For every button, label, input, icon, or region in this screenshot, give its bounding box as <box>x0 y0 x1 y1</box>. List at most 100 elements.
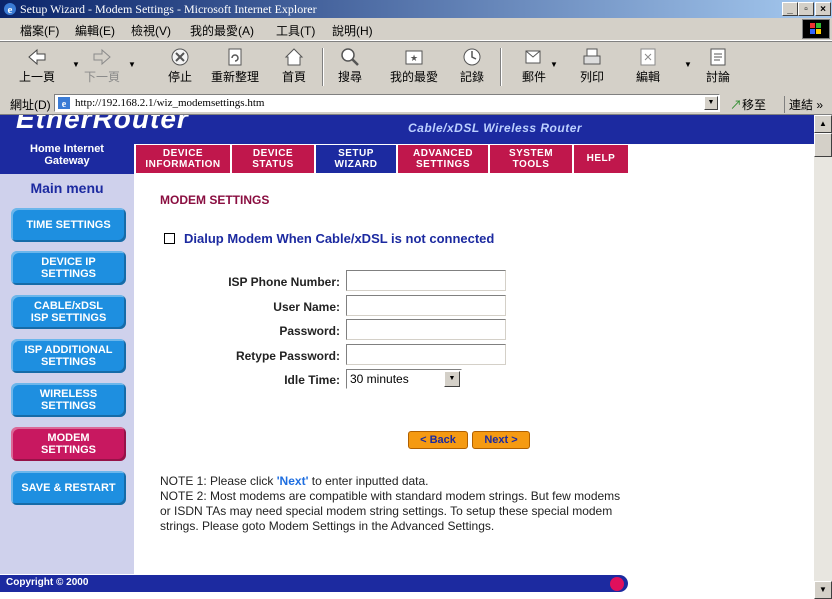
sidebar-item-cable-xdsl-isp-settings[interactable]: CABLE/xDSL ISP SETTINGS <box>11 295 126 329</box>
windows-logo-icon <box>802 19 830 39</box>
sidebar-item-label: TIME SETTINGS <box>26 219 111 231</box>
discuss-label: 討論 <box>705 70 730 84</box>
sidebar-item-modem-settings[interactable]: MODEM SETTINGS <box>11 427 126 461</box>
history-label: 記錄 <box>459 70 484 84</box>
back-label: 上一頁 <box>18 70 55 84</box>
retype-password-input[interactable] <box>346 344 506 365</box>
footer-dot-icon <box>610 577 624 591</box>
search-icon <box>341 48 359 66</box>
edit-dropdown-icon[interactable]: ▼ <box>684 60 692 69</box>
home-label: 首頁 <box>281 70 306 84</box>
scroll-up-icon[interactable]: ▲ <box>814 115 832 133</box>
print-button[interactable]: 列印 <box>572 46 612 88</box>
note-1: NOTE 1: Please click 'Next' to enter inp… <box>160 474 640 489</box>
forward-dropdown-icon[interactable]: ▼ <box>128 60 136 69</box>
brand-logo: EtherRouter <box>16 115 189 134</box>
favorites-label: 我的最愛 <box>389 70 438 84</box>
refresh-button[interactable]: 重新整理 <box>208 46 262 88</box>
tab-setup-wizard[interactable]: SETUP WIZARD <box>316 145 396 173</box>
go-arrow-icon: ↗ <box>730 98 743 112</box>
tab-advanced-settings[interactable]: ADVANCED SETTINGS <box>398 145 488 173</box>
menu-edit[interactable]: 編輯(E) <box>75 22 115 39</box>
sidebar-item-label: ISP ADDITIONAL SETTINGS <box>24 344 113 368</box>
links-label: 連結 <box>789 98 814 112</box>
sidebar-item-label: WIRELESS SETTINGS <box>39 388 98 412</box>
search-button[interactable]: 搜尋 <box>330 46 370 88</box>
menu-help[interactable]: 說明(H) <box>332 22 373 39</box>
sidebar-item-device-ip-settings[interactable]: DEVICE IP SETTINGS <box>11 251 126 285</box>
web-content: EtherRouter Cable/xDSL Wireless Router H… <box>0 115 814 599</box>
address-label: 網址(D) <box>10 98 51 112</box>
minimize-button[interactable]: _ <box>782 2 798 16</box>
menu-tools[interactable]: 工具(T) <box>276 22 315 39</box>
tab-system-tools[interactable]: SYSTEM TOOLS <box>490 145 572 173</box>
sidebar-item-label: MODEM SETTINGS <box>40 432 96 456</box>
favorites-button[interactable]: ★ 我的最愛 <box>384 46 444 88</box>
footer-bar <box>0 575 628 592</box>
sidebar-item-wireless-settings[interactable]: WIRELESS SETTINGS <box>11 383 126 417</box>
menu-file[interactable]: 檔案(F) <box>20 22 59 39</box>
back-button[interactable]: < Back <box>408 431 468 449</box>
home-icon <box>284 48 304 66</box>
menu-view[interactable]: 檢視(V) <box>131 22 171 39</box>
password-label: Password: <box>279 324 340 338</box>
toolbar-separator <box>322 48 324 86</box>
discuss-icon <box>710 48 726 66</box>
toolbar-separator <box>500 48 502 86</box>
forward-arrow-icon <box>93 48 111 66</box>
address-bar: 網址(D) e http://192.168.2.1/wiz_modemsett… <box>0 92 832 115</box>
note-1-suffix: to enter inputted data. <box>308 474 429 488</box>
idle-time-label: Idle Time: <box>284 373 340 387</box>
print-icon <box>583 48 601 65</box>
mail-label: 郵件 <box>521 70 546 84</box>
scroll-thumb[interactable] <box>814 133 832 157</box>
mail-dropdown-icon[interactable]: ▼ <box>550 60 558 69</box>
stop-icon <box>171 48 189 66</box>
note-2: NOTE 2: Most modems are compatible with … <box>160 489 621 533</box>
history-icon <box>463 48 481 66</box>
vertical-scrollbar[interactable]: ▲ ▼ <box>814 115 832 599</box>
discuss-button[interactable]: 討論 <box>698 46 738 88</box>
chevron-down-icon[interactable]: ▼ <box>444 371 460 387</box>
search-label: 搜尋 <box>337 70 362 84</box>
forward-button[interactable]: 下一頁 <box>82 46 122 88</box>
back-button[interactable]: 上一頁 <box>14 46 60 88</box>
menu-favorites[interactable]: 我的最愛(A) <box>190 22 254 39</box>
forward-label: 下一頁 <box>83 70 120 84</box>
links-button[interactable]: 連結 » <box>784 96 823 113</box>
window-title: Setup Wizard - Modem Settings - Microsof… <box>20 2 317 16</box>
close-button[interactable]: × <box>815 2 831 16</box>
dialup-checkbox[interactable] <box>164 233 175 244</box>
tab-device-status[interactable]: DEVICE STATUS <box>232 145 314 173</box>
note-1-prefix: NOTE 1: Please click <box>160 474 277 488</box>
go-button[interactable]: ↗移至 <box>730 96 766 113</box>
home-button[interactable]: 首頁 <box>274 46 314 88</box>
maximize-button[interactable]: ▫ <box>798 2 814 16</box>
tab-help[interactable]: HELP <box>574 145 628 173</box>
address-input[interactable]: e http://192.168.2.1/wiz_modemsettings.h… <box>54 94 720 112</box>
edit-button[interactable]: 編輯 <box>628 46 668 88</box>
sidebar-item-save-restart[interactable]: SAVE & RESTART <box>11 471 126 505</box>
password-input[interactable] <box>346 319 506 340</box>
sidebar-item-isp-additional-settings[interactable]: ISP ADDITIONAL SETTINGS <box>11 339 126 373</box>
tab-device-information[interactable]: DEVICE INFORMATION <box>136 145 230 173</box>
favorites-icon: ★ <box>405 50 423 65</box>
scroll-down-icon[interactable]: ▼ <box>814 581 832 599</box>
user-name-input[interactable] <box>346 295 506 316</box>
mail-button[interactable]: 郵件 <box>514 46 554 88</box>
edit-label: 編輯 <box>635 70 660 84</box>
sidebar-title: Main menu <box>30 180 104 196</box>
isp-phone-input[interactable] <box>346 270 506 291</box>
stop-button[interactable]: 停止 <box>160 46 200 88</box>
history-button[interactable]: 記錄 <box>452 46 492 88</box>
next-button[interactable]: Next > <box>472 431 530 449</box>
back-dropdown-icon[interactable]: ▼ <box>72 60 80 69</box>
mail-icon <box>525 50 541 64</box>
print-label: 列印 <box>579 70 604 84</box>
sidebar-item-time-settings[interactable]: TIME SETTINGS <box>11 208 126 242</box>
toolbar: 上一頁 ▼ 下一頁 ▼ 停止 重新整理 首頁 搜尋 ★ 我的最愛 記錄 郵件 ▼… <box>0 41 832 93</box>
address-dropdown-icon[interactable]: ▼ <box>704 96 718 110</box>
refresh-label: 重新整理 <box>210 70 259 84</box>
idle-time-select[interactable]: 30 minutes ▼ <box>346 369 462 389</box>
sidebar-item-label: CABLE/xDSL ISP SETTINGS <box>30 300 107 324</box>
